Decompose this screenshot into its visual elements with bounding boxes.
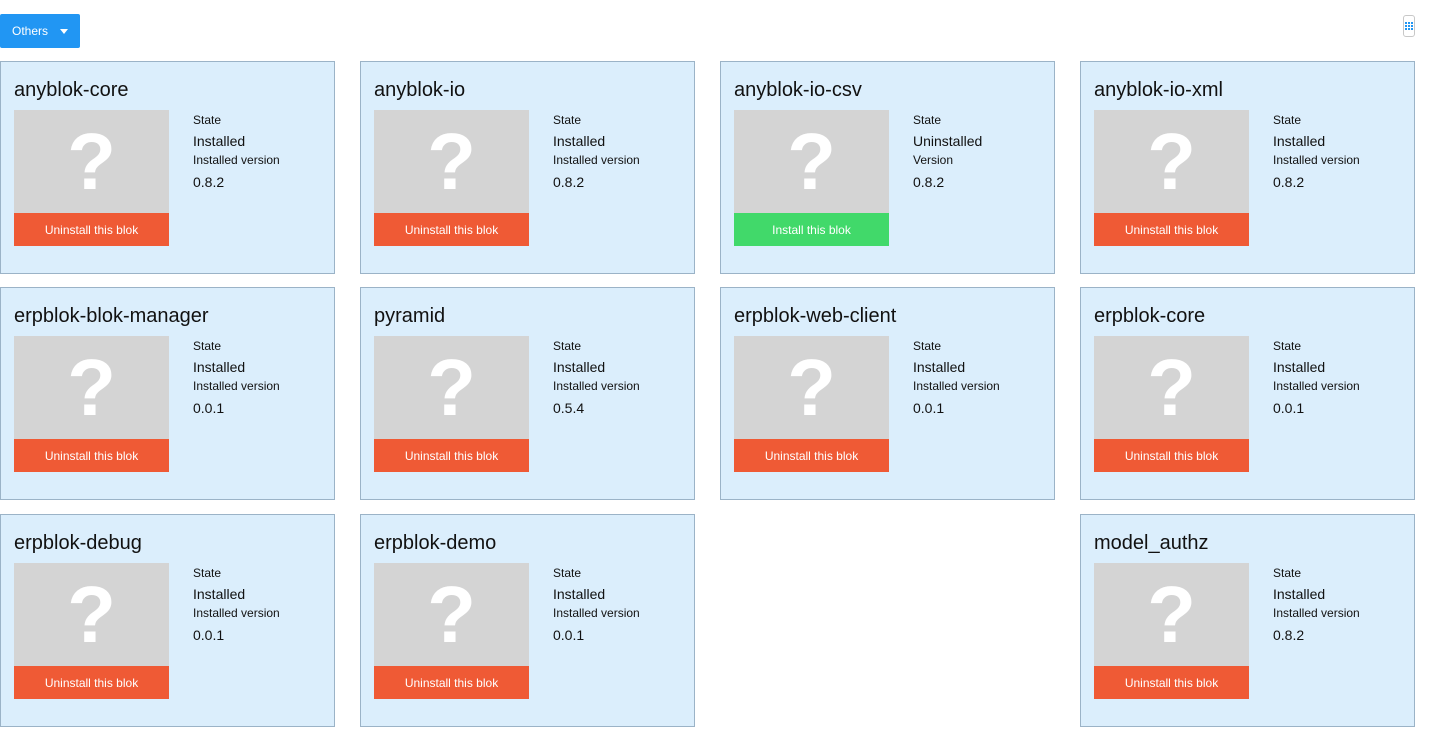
version-label: Installed version (1273, 379, 1360, 393)
placeholder-image-icon: ? (1094, 110, 1249, 213)
placeholder-image-icon: ? (734, 336, 889, 439)
placeholder-image-icon: ? (1094, 336, 1249, 439)
blok-card: erpblok-debug? Uninstall this blok State In… (0, 514, 335, 727)
blok-card: model_authz? Uninstall this blok State Inst… (1080, 514, 1415, 727)
state-value: Installed (1273, 359, 1326, 375)
version-value: 0.0.1 (1273, 400, 1305, 416)
placeholder-image-icon: ? (374, 110, 529, 213)
grid-view-icon[interactable] (1403, 15, 1415, 37)
uninstall-blok-button[interactable]: Uninstall this blok (1094, 666, 1249, 699)
blok-card: pyramid? Uninstall this blok State Installe… (360, 287, 695, 500)
version-label: Installed version (553, 379, 640, 393)
state-label: State (913, 113, 942, 127)
version-label: Installed version (1273, 606, 1360, 620)
version-label: Installed version (193, 606, 280, 620)
state-label: State (553, 339, 582, 353)
uninstall-blok-button[interactable]: Uninstall this blok (734, 439, 889, 472)
placeholder-image-icon: ? (734, 110, 889, 213)
state-value: Installed (913, 359, 966, 375)
blok-title: anyblok-core (14, 79, 129, 101)
blok-card: anyblok-io-csv? Install this blok State Uni… (720, 61, 1055, 274)
blok-title: pyramid (374, 305, 446, 327)
state-value: Installed (193, 133, 246, 149)
blok-card: anyblok-io? Uninstall this blok State Insta… (360, 61, 695, 274)
uninstall-blok-button[interactable]: Uninstall this blok (374, 213, 529, 246)
placeholder-image-icon: ? (374, 336, 529, 439)
state-value: Installed (193, 359, 246, 375)
placeholder-image-icon: ? (14, 110, 169, 213)
version-label: Installed version (553, 606, 640, 620)
state-value: Installed (553, 586, 606, 602)
state-label: State (193, 566, 222, 580)
version-label: Installed version (193, 379, 280, 393)
state-value: Installed (553, 359, 606, 375)
blok-title: erpblok-demo (374, 532, 497, 554)
version-value: 0.0.1 (193, 627, 225, 643)
version-value: 0.8.2 (553, 174, 585, 190)
state-value: Installed (193, 586, 246, 602)
state-label: State (1273, 339, 1302, 353)
version-value: 0.0.1 (553, 627, 585, 643)
blok-card: erpblok-core? Uninstall this blok State Ins… (1080, 287, 1415, 500)
version-value: 0.5.4 (553, 400, 585, 416)
state-label: State (913, 339, 942, 353)
placeholder-image-icon: ? (1094, 563, 1249, 666)
blok-card: erpblok-blok-manager? Uninstall this blok… (0, 287, 335, 500)
blok-title: anyblok-io (374, 79, 466, 101)
blok-card: anyblok-io-xml? Uninstall this blok State I… (1080, 61, 1415, 274)
blok-card: erpblok-demo? Uninstall this blok State Ins… (360, 514, 695, 727)
blok-title: erpblok-debug (14, 532, 142, 554)
version-label: Version (913, 153, 954, 167)
blok-title: erpblok-blok-manager (14, 305, 209, 327)
filter-dropdown-label: Others (12, 24, 49, 38)
uninstall-blok-button[interactable]: Uninstall this blok (1094, 213, 1249, 246)
uninstall-blok-button[interactable]: Uninstall this blok (14, 213, 169, 246)
blok-card: anyblok-core? Uninstall this blok State Ins… (0, 61, 335, 274)
state-label: State (193, 113, 222, 127)
state-value: Installed (1273, 586, 1326, 602)
version-label: Installed version (1273, 153, 1360, 167)
placeholder-image-icon: ? (14, 563, 169, 666)
caret-down-icon (60, 28, 69, 34)
state-label: State (193, 339, 222, 353)
blok-title: erpblok-core (1094, 305, 1206, 327)
state-label: State (1273, 566, 1302, 580)
blok-title: anyblok-io-csv (734, 79, 862, 101)
uninstall-blok-button[interactable]: Uninstall this blok (14, 439, 169, 472)
uninstall-blok-button[interactable]: Uninstall this blok (1094, 439, 1249, 472)
version-value: 0.8.2 (1273, 174, 1305, 190)
uninstall-blok-button[interactable]: Uninstall this blok (374, 439, 529, 472)
version-value: 0.0.1 (913, 400, 945, 416)
version-label: Installed version (913, 379, 1000, 393)
version-value: 0.0.1 (193, 400, 225, 416)
state-label: State (553, 113, 582, 127)
version-label: Installed version (553, 153, 640, 167)
uninstall-blok-button[interactable]: Uninstall this blok (14, 666, 169, 699)
state-value: Uninstalled (913, 133, 983, 149)
version-label: Installed version (193, 153, 280, 167)
version-value: 0.8.2 (1273, 627, 1305, 643)
blok-title: model_authz (1094, 532, 1209, 554)
blok-card: erpblok-web-client? Uninstall this blok St… (720, 287, 1055, 500)
install-blok-button[interactable]: Install this blok (734, 213, 889, 246)
state-value: Installed (553, 133, 606, 149)
version-value: 0.8.2 (193, 174, 225, 190)
filter-dropdown-button[interactable]: Others (0, 14, 80, 48)
state-label: State (1273, 113, 1302, 127)
blok-title: anyblok-io-xml (1094, 79, 1223, 101)
state-value: Installed (1273, 133, 1326, 149)
version-value: 0.8.2 (913, 174, 945, 190)
blok-title: erpblok-web-client (734, 305, 897, 327)
state-label: State (553, 566, 582, 580)
uninstall-blok-button[interactable]: Uninstall this blok (374, 666, 529, 699)
placeholder-image-icon: ? (374, 563, 529, 666)
placeholder-image-icon: ? (14, 336, 169, 439)
